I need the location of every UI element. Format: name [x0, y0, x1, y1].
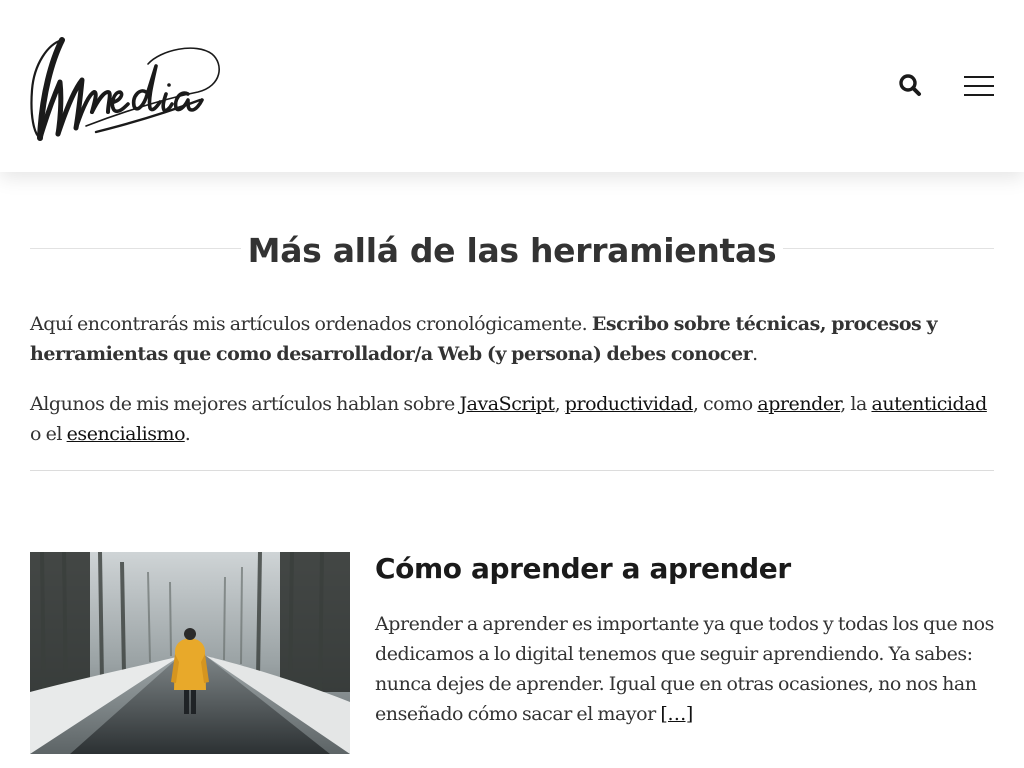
read-more-link[interactable]: […] [660, 703, 693, 725]
search-icon[interactable] [897, 72, 923, 98]
title-divider-right [783, 248, 994, 249]
link-productividad[interactable]: productividad [565, 393, 694, 415]
link-aprender[interactable]: aprender [757, 393, 840, 415]
article-title[interactable]: Cómo aprender a aprender [375, 548, 995, 590]
intro-paragraph-2: Algunos de mis mejores artículos hablan … [30, 389, 996, 449]
intro-p1-end: . [752, 343, 758, 365]
page-title: Más allá de las herramientas [247, 231, 777, 270]
intro-lead: Aquí encontrarás mis artículos ordenados… [30, 313, 588, 335]
intro-sep-como: , como [692, 393, 753, 415]
site-header [0, 0, 1024, 172]
wmedia-logo-icon [30, 37, 220, 141]
snowy-road-photo-icon [30, 552, 350, 754]
link-autenticidad[interactable]: autenticidad [871, 393, 987, 415]
article-thumbnail[interactable] [30, 552, 350, 754]
article-excerpt: Aprender a aprender es importante ya que… [375, 609, 995, 729]
hamburger-menu-icon[interactable] [962, 74, 996, 98]
intro-sep-la: , la [840, 393, 867, 415]
menu-bar-top [964, 76, 994, 78]
title-divider-left [30, 248, 241, 249]
site-logo[interactable] [28, 30, 224, 142]
menu-bar-middle [964, 85, 994, 87]
intro-p2-start: Algunos de mis mejores artículos hablan … [30, 393, 455, 415]
intro-sep-oel: o el [30, 423, 62, 445]
intro-p2-end: . [184, 423, 191, 445]
intro-paragraph-1: Aquí encontrarás mis artículos ordenados… [30, 309, 996, 369]
intro-sep-comma: , [554, 393, 561, 415]
link-javascript[interactable]: JavaScript [459, 393, 555, 415]
magnifier-glyph [899, 74, 921, 96]
content-divider [30, 470, 994, 471]
intro-text: Aquí encontrarás mis artículos ordenados… [30, 309, 996, 469]
page-title-section: Más allá de las herramientas [30, 226, 994, 278]
link-esencialismo[interactable]: esencialismo [67, 423, 186, 445]
menu-bar-bottom [964, 94, 994, 96]
